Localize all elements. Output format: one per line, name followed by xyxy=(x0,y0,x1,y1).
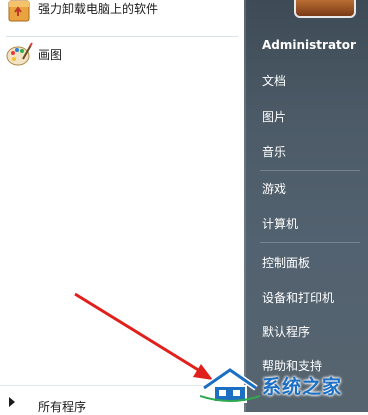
games-item[interactable]: 游戏 xyxy=(262,180,286,197)
computer-item[interactable]: 计算机 xyxy=(262,215,298,232)
program-item-uninstaller[interactable]: 强力卸载电脑上的软件 xyxy=(0,0,244,28)
all-programs-label: 所有程序 xyxy=(38,400,87,414)
pictures-item[interactable]: 图片 xyxy=(262,108,286,125)
programs-pane: 强力卸载电脑上的软件 画图 所有程序 xyxy=(0,0,244,414)
places-pane: Administrator 文档 图片 音乐 游戏 计算机 控制面板 设备和打印… xyxy=(244,0,368,412)
control-panel-item[interactable]: 控制面板 xyxy=(262,254,310,271)
music-item[interactable]: 音乐 xyxy=(262,143,286,160)
watermark-house-logo-icon xyxy=(200,366,260,403)
program-item-paint[interactable]: 画图 xyxy=(0,40,244,74)
uninstaller-box-icon xyxy=(8,0,30,22)
separator xyxy=(260,242,360,243)
watermark-text: 系统之家 xyxy=(262,376,343,398)
documents-item[interactable]: 文档 xyxy=(262,72,286,89)
user-avatar[interactable] xyxy=(294,0,356,18)
separator xyxy=(6,36,238,37)
default-programs-item[interactable]: 默认程序 xyxy=(262,323,310,340)
program-label: 画图 xyxy=(38,48,63,62)
user-name-item[interactable]: Administrator xyxy=(262,38,356,52)
devices-printers-item[interactable]: 设备和打印机 xyxy=(262,289,334,306)
pane-edge xyxy=(244,0,246,412)
paint-palette-icon xyxy=(6,42,33,66)
separator xyxy=(260,170,360,171)
triangle-right-icon xyxy=(9,397,15,407)
watermark: 系统之家 xyxy=(200,362,368,404)
program-label: 强力卸载电脑上的软件 xyxy=(38,2,159,16)
